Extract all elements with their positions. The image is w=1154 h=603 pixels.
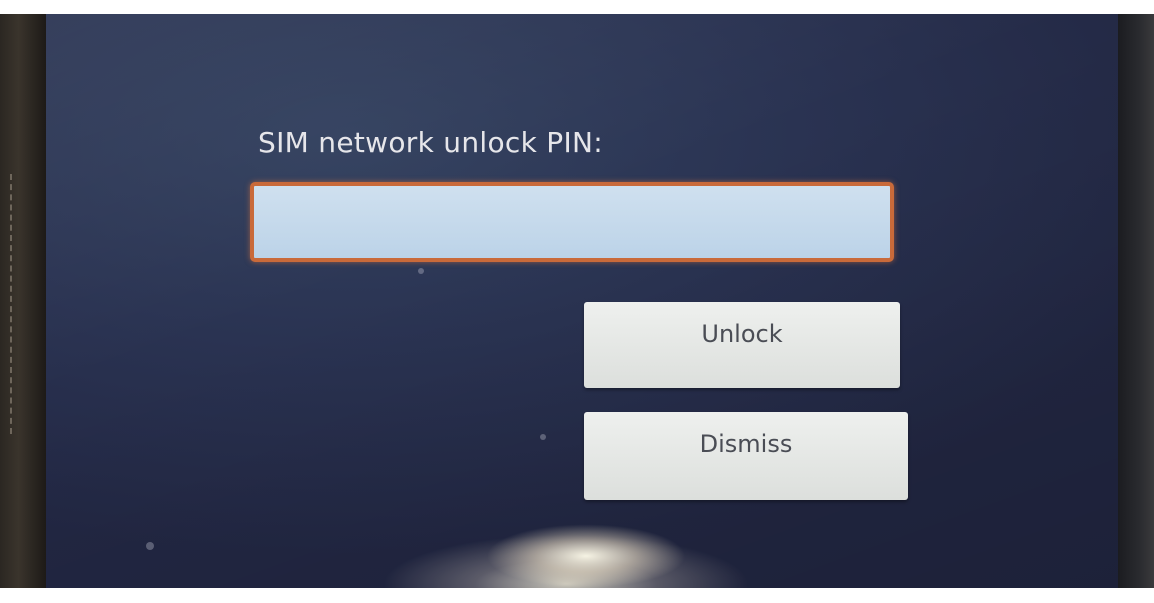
device-bezel-left — [0, 14, 46, 603]
screen-dust-spot — [540, 434, 546, 440]
unlock-button-label: Unlock — [701, 320, 783, 348]
dismiss-button[interactable]: Dismiss — [584, 412, 908, 500]
device-bezel-right — [1118, 14, 1154, 603]
unlock-button[interactable]: Unlock — [584, 302, 900, 388]
sim-unlock-pin-input[interactable] — [250, 182, 894, 262]
dismiss-button-label: Dismiss — [699, 430, 793, 458]
photo-border-top — [0, 0, 1154, 14]
screen-dust-spot — [146, 542, 154, 550]
photo-border-bottom — [0, 588, 1154, 603]
pin-prompt-label: SIM network unlock PIN: — [258, 126, 604, 159]
screen-glare — [486, 524, 686, 588]
screen-dust-spot — [418, 268, 424, 274]
device-photo: SIM network unlock PIN: Unlock Dismiss — [0, 0, 1154, 603]
phone-screen: SIM network unlock PIN: Unlock Dismiss — [46, 14, 1118, 588]
